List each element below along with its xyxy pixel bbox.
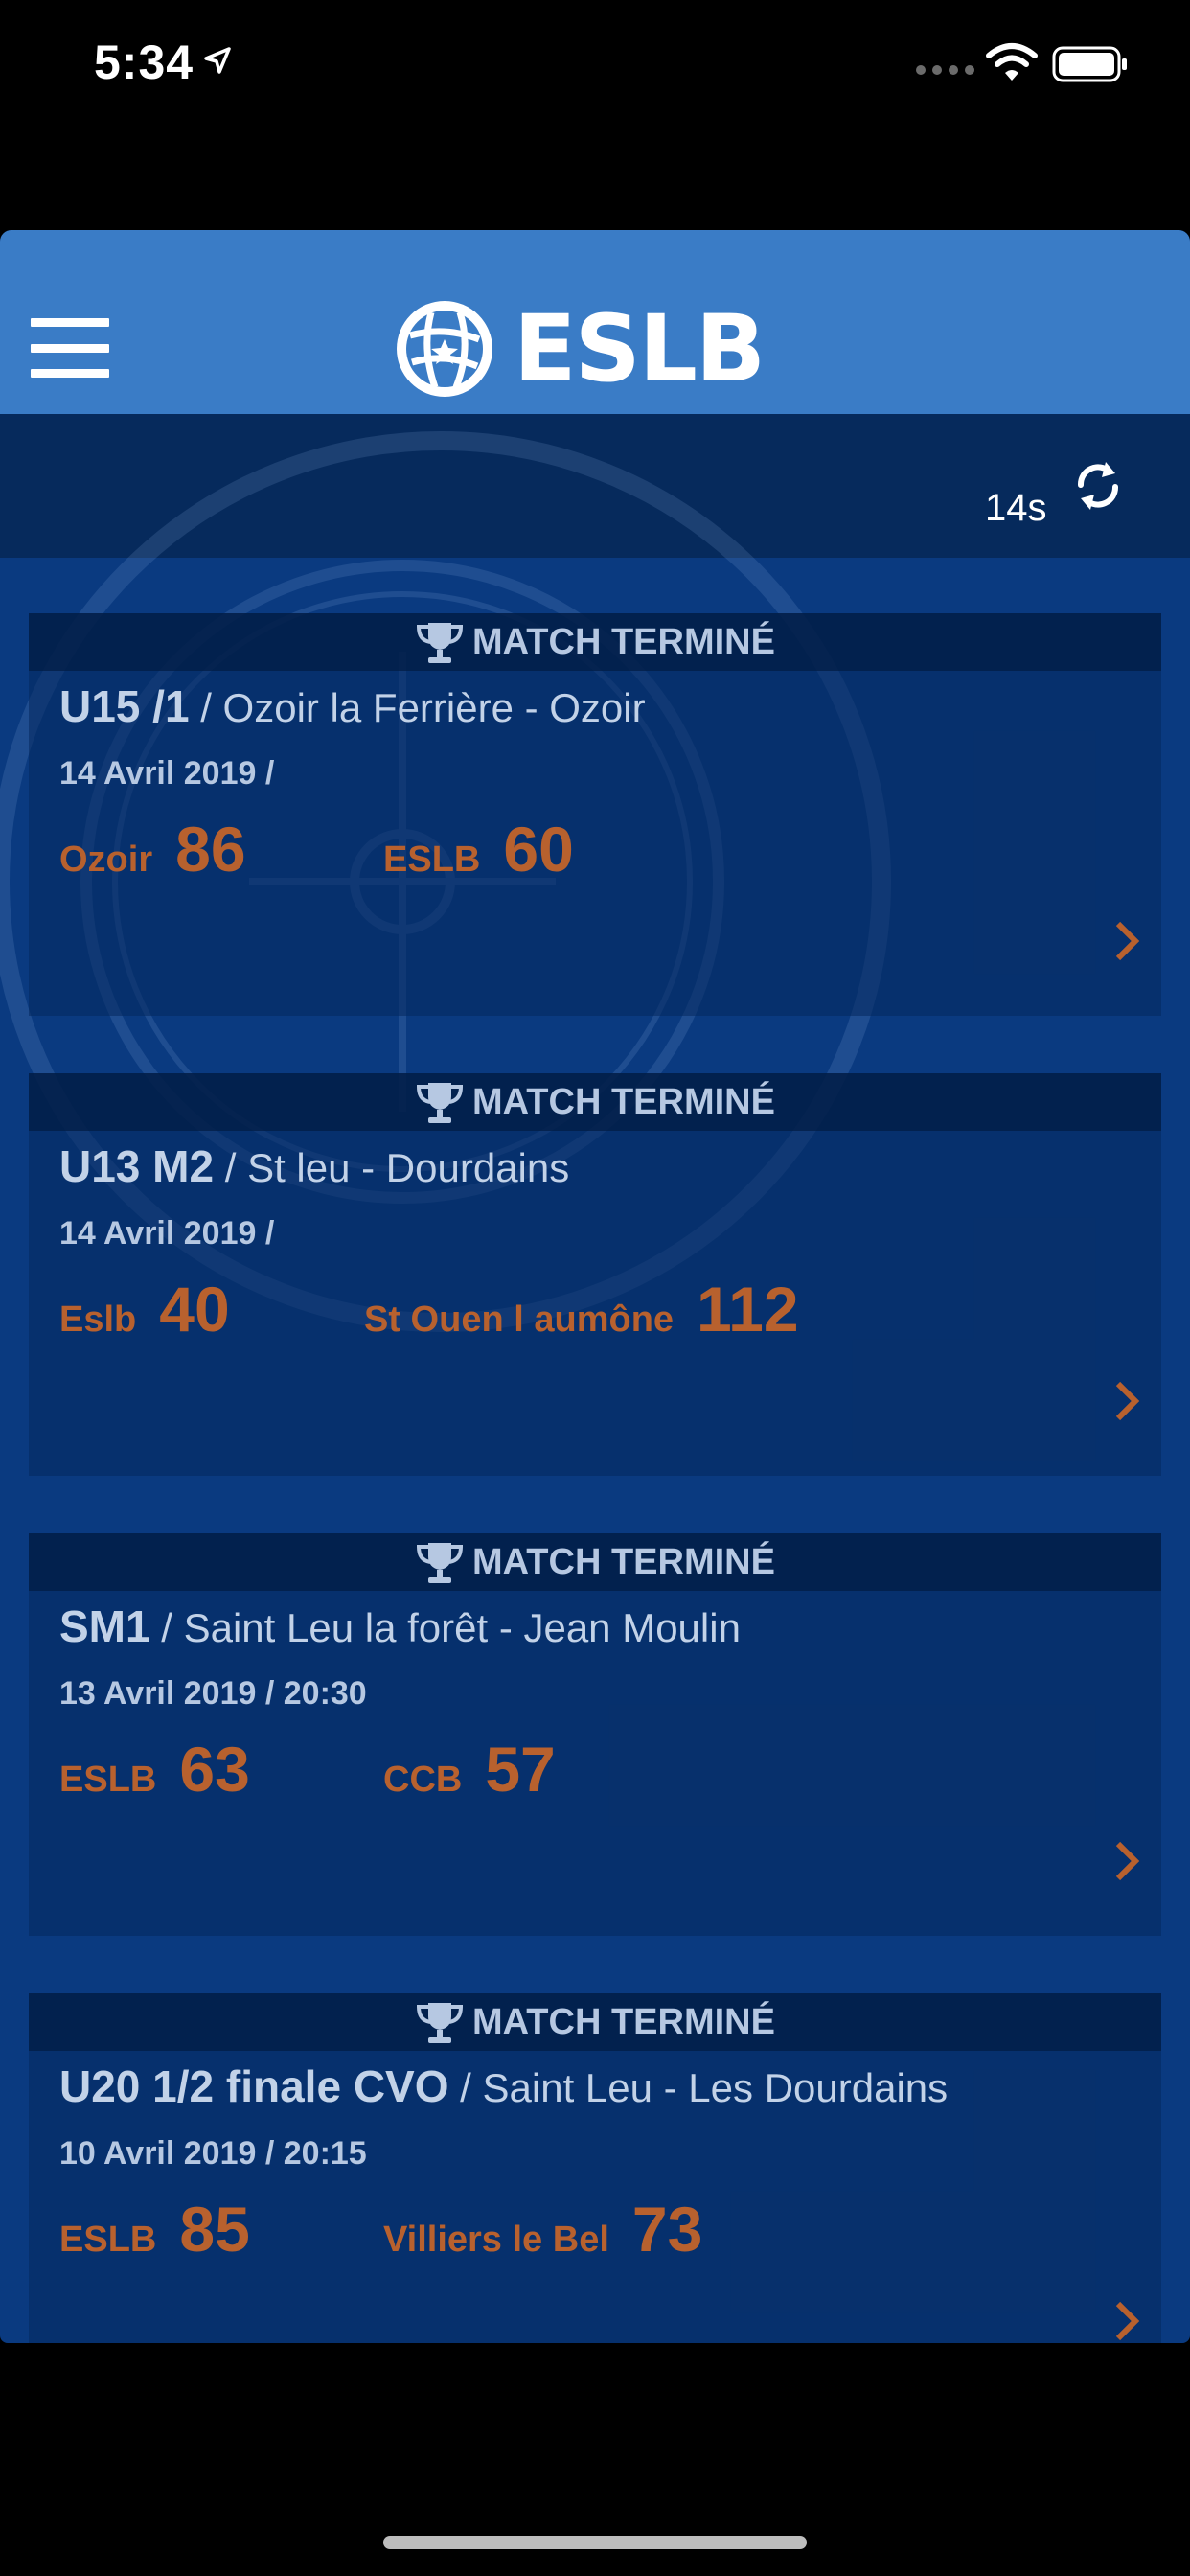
match-date: 14 Avril 2019 / [59, 755, 275, 792]
match-status: MATCH TERMINÉ [472, 1081, 775, 1122]
chevron-right-icon[interactable] [1113, 1840, 1140, 1882]
home-team-name: ESLB [59, 2220, 157, 2260]
match-venue: / Saint Leu - Les Dourdains [448, 2065, 949, 2110]
app-header: ESLB [0, 230, 1190, 414]
match-title: U20 1/2 finale CVO / Saint Leu - Les Dou… [59, 2060, 948, 2112]
match-status: MATCH TERMINÉ [472, 2001, 775, 2042]
match-status-banner: MATCH TERMINÉ [29, 613, 1161, 671]
match-card[interactable]: MATCH TERMINÉ U15 /1 / Ozoir la Ferrière… [29, 613, 1161, 1016]
away-team: CCB 57 [383, 1733, 556, 1806]
battery-icon [1052, 46, 1127, 82]
away-team: St Ouen l aumône 112 [364, 1273, 799, 1346]
away-team: ESLB 60 [383, 813, 574, 886]
logo-text: ESLB [514, 295, 766, 402]
chevron-right-icon[interactable] [1113, 2300, 1140, 2342]
home-indicator[interactable] [383, 2536, 807, 2549]
match-category: U20 1/2 finale CVO [59, 2061, 449, 2111]
home-team: Eslb 40 [59, 1273, 230, 1346]
match-title: U15 /1 / Ozoir la Ferrière - Ozoir [59, 680, 646, 732]
eslb-logo-icon [397, 301, 492, 397]
away-team-name: Villiers le Bel [383, 2220, 609, 2260]
match-date: 10 Avril 2019 / 20:15 [59, 2135, 367, 2172]
home-team-score: 85 [179, 2194, 250, 2265]
match-date: 13 Avril 2019 / 20:30 [59, 1675, 367, 1712]
away-team-score: 57 [485, 1734, 556, 1805]
chevron-right-icon[interactable] [1113, 1380, 1140, 1422]
match-date: 14 Avril 2019 / [59, 1215, 275, 1252]
match-title: SM1 / Saint Leu la forêt - Jean Moulin [59, 1600, 741, 1652]
home-team-score: 40 [159, 1274, 230, 1345]
match-title: U13 M2 / St leu - Dourdains [59, 1140, 569, 1192]
refresh-bar [0, 414, 1190, 558]
home-team: ESLB 85 [59, 2193, 250, 2266]
trophy-icon [417, 1083, 464, 1123]
match-category: U13 M2 [59, 1141, 215, 1191]
status-bar: 5:34 [0, 0, 1190, 134]
match-category: SM1 [59, 1601, 150, 1651]
match-status: MATCH TERMINÉ [472, 621, 775, 662]
location-arrow-icon [204, 47, 231, 74]
trophy-icon [417, 623, 464, 663]
match-venue: / St leu - Dourdains [214, 1145, 570, 1190]
home-team: ESLB 63 [59, 1733, 250, 1806]
refresh-icon[interactable] [1071, 456, 1125, 516]
home-team-name: Eslb [59, 1300, 137, 1340]
match-venue: / Saint Leu la forêt - Jean Moulin [149, 1605, 741, 1650]
signal-icon [916, 65, 974, 75]
trophy-icon [417, 2003, 464, 2043]
home-team: Ozoir 86 [59, 813, 246, 886]
match-status-banner: MATCH TERMINÉ [29, 1073, 1161, 1131]
away-team-name: ESLB [383, 840, 481, 880]
match-card[interactable]: MATCH TERMINÉ U13 M2 / St leu - Dourdain… [29, 1073, 1161, 1476]
trophy-icon [417, 1543, 464, 1583]
away-team-score: 112 [697, 1274, 799, 1345]
match-status-banner: MATCH TERMINÉ [29, 1993, 1161, 2051]
away-team-name: CCB [383, 1760, 463, 1800]
home-team-name: Ozoir [59, 840, 153, 880]
match-status-banner: MATCH TERMINÉ [29, 1533, 1161, 1591]
menu-icon[interactable] [31, 318, 109, 378]
home-team-name: ESLB [59, 1760, 157, 1800]
match-card[interactable]: MATCH TERMINÉ U20 1/2 finale CVO / Saint… [29, 1993, 1161, 2343]
away-team: Villiers le Bel 73 [383, 2193, 702, 2266]
refresh-countdown: 14s [985, 487, 1047, 529]
eslb-logo: ESLB [393, 295, 766, 402]
wifi-icon [986, 43, 1038, 80]
home-team-score: 86 [175, 814, 246, 885]
match-status: MATCH TERMINÉ [472, 1541, 775, 1582]
home-team-score: 63 [179, 1734, 250, 1805]
status-time: 5:34 [94, 35, 195, 89]
away-team-score: 60 [503, 814, 574, 885]
match-venue: / Ozoir la Ferrière - Ozoir [189, 685, 646, 730]
away-team-name: St Ouen l aumône [364, 1300, 675, 1340]
match-card[interactable]: MATCH TERMINÉ SM1 / Saint Leu la forêt -… [29, 1533, 1161, 1936]
chevron-right-icon[interactable] [1113, 920, 1140, 962]
app-frame: ESLB 14s MATCH TERMINÉ U15 /1 / Ozoir la… [0, 230, 1190, 2343]
match-category: U15 /1 [59, 681, 190, 731]
away-team-score: 73 [631, 2194, 703, 2265]
